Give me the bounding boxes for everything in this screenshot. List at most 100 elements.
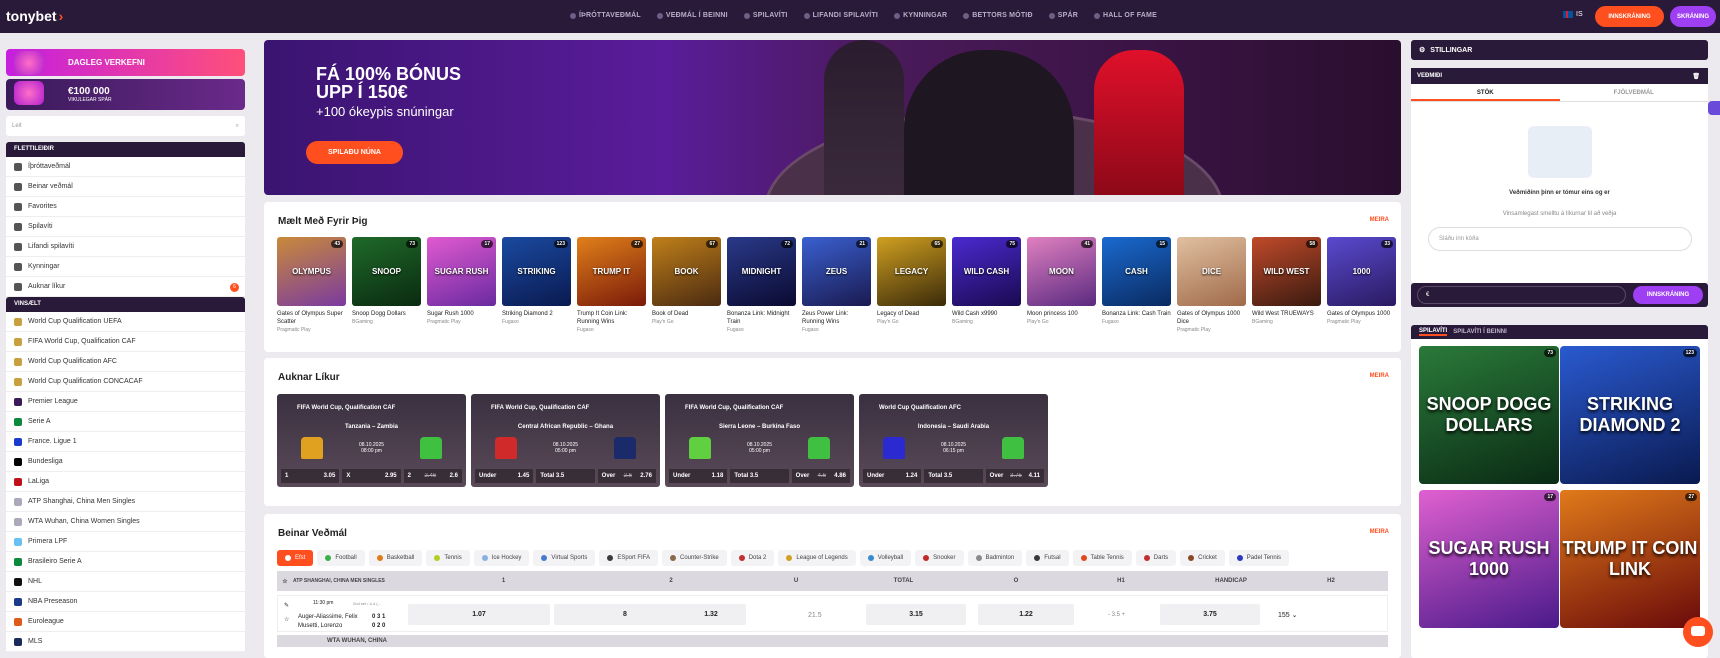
casino-game-tile[interactable]: STRIKING DIAMOND 2 123: [1560, 346, 1700, 484]
odd-h1[interactable]: 1.22: [978, 604, 1074, 625]
promo-banner[interactable]: FÁ 100% BÓNUS UPP Í 150€ +100 ókeypis snú…: [264, 40, 1401, 195]
slip-login-button[interactable]: INNSKRÁNING: [1633, 286, 1703, 304]
odd-button[interactable]: Total 3.5: [924, 469, 983, 483]
logo[interactable]: tonybet ›: [6, 8, 63, 24]
nav-promotions[interactable]: KYNNINGAR: [894, 12, 947, 19]
tab-single[interactable]: STÖK: [1411, 84, 1560, 101]
tab-sport[interactable]: Volleyball: [859, 550, 912, 566]
sidebar-item-league[interactable]: Euroleague: [6, 612, 245, 632]
game-card[interactable]: DICE Gates of Olympus 1000 Dice Pragmatic …: [1177, 237, 1246, 333]
sidebar-item-league[interactable]: Bundesliga: [6, 452, 245, 472]
search-input[interactable]: Leit ⌕: [6, 116, 245, 136]
odd-2[interactable]: 8: [554, 604, 696, 625]
game-card[interactable]: WILD WEST 58 Wild West TRUEWAYS BGaming: [1252, 237, 1321, 333]
stake-input[interactable]: €: [1417, 286, 1626, 304]
game-card[interactable]: OLYMPUS 43 Gates of Olympus Super Scatter P…: [277, 237, 346, 333]
tab-multi[interactable]: FJÖLVEÐMÁL: [1560, 84, 1709, 101]
sidebar-item-league[interactable]: France. Ligue 1: [6, 432, 245, 452]
tab-sport[interactable]: League of Legends: [778, 550, 856, 566]
tab-sport[interactable]: Tennis: [426, 550, 470, 566]
game-card[interactable]: CASH 15 Bonanza Link: Cash Train Fugaso: [1102, 237, 1171, 333]
nav-bettors-tournament[interactable]: BETTORS MÓTIÐ: [963, 12, 1033, 19]
nav-live-betting[interactable]: VEÐMÁL Í BEINNI: [656, 12, 728, 19]
odd-button[interactable]: Total 3.5: [536, 469, 595, 483]
sidebar-item-league[interactable]: MLS: [6, 632, 245, 652]
nav-sports[interactable]: ÍÞRÓTTAVEÐMÁL: [570, 12, 641, 19]
odd-button[interactable]: 2 2.46 2.6: [403, 469, 462, 483]
play-now-button[interactable]: SPILAÐU NÚNA: [306, 141, 403, 164]
tab-live-casino[interactable]: SPILAVÍTI Í BEINNI: [1453, 329, 1507, 335]
sidebar-item-league[interactable]: World Cup Qualification AFC: [6, 352, 245, 372]
more-link[interactable]: MEIRA: [1370, 217, 1389, 223]
casino-game-tile[interactable]: TRUMP IT COIN LINK 27: [1560, 490, 1700, 628]
game-card[interactable]: TRUMP IT 27 Trump It Coin Link: Running Wi…: [577, 237, 646, 333]
side-widget-icon[interactable]: [1708, 101, 1720, 115]
tab-casino[interactable]: SPILAVÍTI: [1419, 328, 1448, 336]
sidebar-item-boosted[interactable]: Auknar líkur 6: [6, 277, 245, 297]
sidebar-item-sports[interactable]: Íþróttaveðmál: [6, 157, 245, 177]
odd-button[interactable]: Over 4.6 4.86: [791, 469, 850, 483]
sidebar-item-promotions[interactable]: Kynningar: [6, 257, 245, 277]
sidebar-item-league[interactable]: World Cup Qualification CONCACAF: [6, 372, 245, 392]
odd-button[interactable]: X 2.95: [342, 469, 401, 483]
nav-predictions[interactable]: SPÁR: [1048, 12, 1078, 19]
tab-sport[interactable]: Basketball: [368, 550, 423, 566]
game-card[interactable]: BOOK 67 Book of Dead Play'n Go: [652, 237, 721, 333]
game-card[interactable]: SNOOP 73 Snoop Dogg Dollars BGaming: [352, 237, 421, 333]
sidebar-item-live[interactable]: Beinar veðmál: [6, 177, 245, 197]
tab-sport[interactable]: Darts: [1135, 550, 1177, 566]
more-link[interactable]: MEIRA: [1370, 529, 1389, 535]
game-card[interactable]: ZEUS 21 Zeus Power Link: Running Wins Fugas…: [802, 237, 871, 333]
login-button[interactable]: INNSKRÁNING: [1595, 6, 1664, 27]
star-icon[interactable]: ☆: [284, 616, 289, 623]
register-button[interactable]: SKRÁNING: [1670, 6, 1716, 27]
tab-sport[interactable]: Badminton: [967, 550, 1023, 566]
settings-bar[interactable]: ⚙ STILLINGAR: [1411, 40, 1708, 60]
trash-icon[interactable]: 🗑: [1692, 73, 1700, 80]
event-row[interactable]: ✎ ☆ 11:30 pm 2nd set / 4-4 (... Auger-Al…: [277, 595, 1388, 632]
boosted-match-card[interactable]: FIFA World Cup, Qualification CAF Sierra …: [665, 394, 854, 487]
odd-button[interactable]: Under 1.18: [669, 469, 728, 483]
casino-game-tile[interactable]: SNOOP DOGG DOLLARS 73: [1419, 346, 1559, 484]
tab-sport[interactable]: Snooker: [915, 550, 964, 566]
game-card[interactable]: STRIKING 123 Striking Diamond 2 Fugaso: [502, 237, 571, 333]
nav-hall-of-fame[interactable]: HALL OF FAME: [1093, 12, 1157, 19]
tab-sport[interactable]: Football: [317, 550, 365, 566]
sidebar-item-league[interactable]: NHL: [6, 572, 245, 592]
game-card[interactable]: MOON 41 Moon princess 100 Play'n Go: [1027, 237, 1096, 333]
game-card[interactable]: MIDNIGHT 72 Bonanza Link: Midnight Train Fu…: [727, 237, 796, 333]
chat-icon[interactable]: [1683, 617, 1713, 647]
boosted-match-card[interactable]: FIFA World Cup, Qualification CAF Tanzani…: [277, 394, 466, 487]
odd-button[interactable]: Total 3.5: [730, 469, 789, 483]
sidebar-item-league[interactable]: Brasileiro Serie A: [6, 552, 245, 572]
odd-1[interactable]: 1.07: [408, 604, 550, 625]
tab-sport[interactable]: Futsal: [1026, 550, 1069, 566]
boosted-match-card[interactable]: FIFA World Cup, Qualification CAF Central…: [471, 394, 660, 487]
tab-sport[interactable]: Padel Tennis: [1228, 550, 1290, 566]
tab-sport[interactable]: Efst: [277, 550, 314, 566]
sidebar-item-league[interactable]: Primera LPF: [6, 532, 245, 552]
tab-sport[interactable]: Virtual Sports: [533, 550, 596, 566]
weekly-predictions-promo[interactable]: €100 000 VIKULEGAR SPÁR: [6, 79, 245, 110]
sidebar-item-league[interactable]: World Cup Qualification UEFA: [6, 312, 245, 332]
sidebar-item-league[interactable]: FIFA World Cup, Qualification CAF: [6, 332, 245, 352]
sidebar-item-league[interactable]: Serie A: [6, 412, 245, 432]
odd-button[interactable]: Under 1.24: [863, 469, 922, 483]
tab-sport[interactable]: ESport FIFA: [599, 550, 659, 566]
tab-sport[interactable]: Ice Hockey: [473, 550, 530, 566]
sidebar-item-league[interactable]: ATP Shanghai, China Men Singles: [6, 492, 245, 512]
more-link[interactable]: MEIRA: [1370, 373, 1389, 379]
star-icon[interactable]: ☆: [277, 578, 293, 585]
daily-tasks-promo[interactable]: DAGLEG VERKEFNI: [6, 49, 245, 76]
tab-sport[interactable]: Dota 2: [730, 550, 775, 566]
sidebar-item-league[interactable]: LaLiga: [6, 472, 245, 492]
odd-button[interactable]: Over 3.75 4.11: [985, 469, 1044, 483]
tab-sport[interactable]: Cricket: [1180, 550, 1225, 566]
game-card[interactable]: 1000 33 Gates of Olympus 1000 Pragmatic Pla…: [1327, 237, 1396, 333]
odd-button[interactable]: 1 3.05: [281, 469, 340, 483]
more-markets[interactable]: 155 ⌄: [1278, 611, 1298, 619]
sidebar-item-league[interactable]: NBA Preseason: [6, 592, 245, 612]
boosted-match-card[interactable]: World Cup Qualification AFC Indonesia – S…: [859, 394, 1048, 487]
sidebar-item-live-casino[interactable]: Lifandi spilavíti: [6, 237, 245, 257]
tab-sport[interactable]: Counter-Strike: [662, 550, 727, 566]
